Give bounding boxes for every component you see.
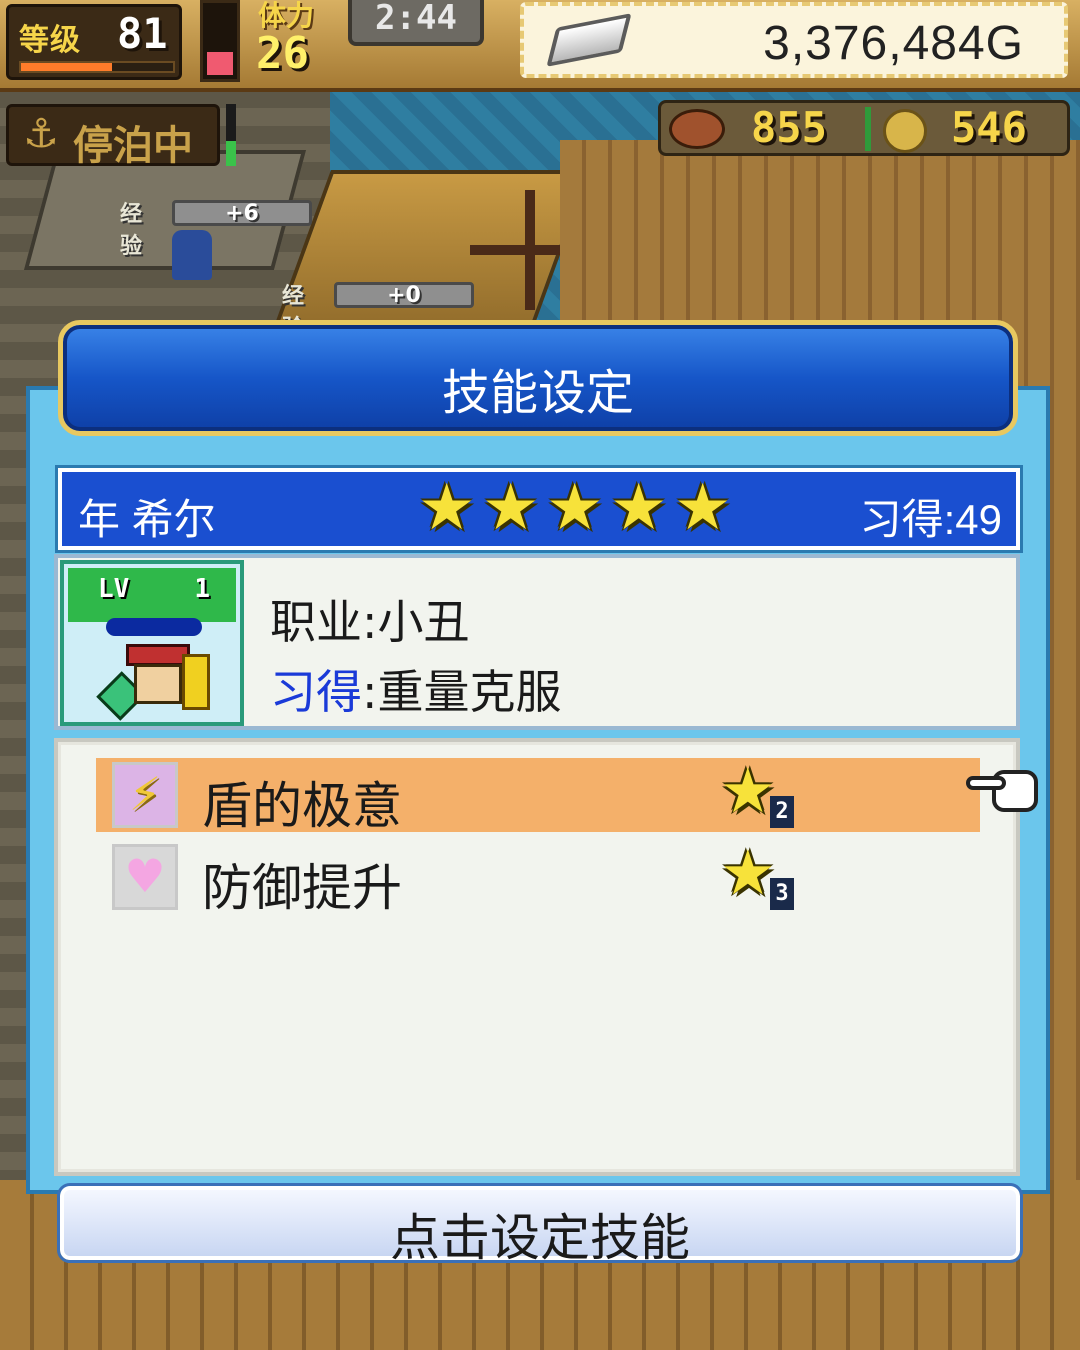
anchor-icon: ⚓ xyxy=(23,111,59,157)
stamina-value: 26 xyxy=(256,28,309,79)
stamina-gauge-fill xyxy=(207,52,233,75)
learn-prefix: 习得 xyxy=(270,665,362,719)
level-progress-bar xyxy=(19,61,175,73)
medal-coin-icon xyxy=(883,109,927,153)
skill-row-shield-mastery[interactable]: ⚡ 盾的极意 ★ 2 xyxy=(96,754,980,835)
star-icon: ★ xyxy=(674,471,732,545)
skill-name: 防御提升 xyxy=(202,859,402,917)
portrait-level-band: LV 1 xyxy=(68,568,236,622)
job-line: 职业:小丑 xyxy=(270,586,470,652)
clown-sprite xyxy=(96,644,214,721)
stamina-gauge xyxy=(200,0,240,82)
resource-divider xyxy=(865,107,871,151)
level-panel: 等级 81 xyxy=(6,4,182,80)
star-icon: ★ xyxy=(546,471,604,545)
skill-row-defense-up[interactable]: ♥ 防御提升 ★ 3 xyxy=(96,836,980,917)
exp-label: 经验 xyxy=(120,202,143,259)
skill-star-icon: ★ xyxy=(720,754,776,827)
gold-amount: 3,376,484G xyxy=(763,17,1024,70)
skill-star-icon: ★ xyxy=(720,836,776,909)
resource-panel: 855 546 xyxy=(658,100,1070,156)
medal-count: 546 xyxy=(951,103,1027,152)
meat-icon xyxy=(669,109,725,149)
skill-grade: 2 xyxy=(770,796,794,828)
silver-bar-icon xyxy=(546,13,632,67)
clock-panel: 2:44 xyxy=(348,0,484,46)
gold-panel[interactable]: 3,376,484G xyxy=(520,2,1068,78)
top-hud: 等级 81 体力 26 2:44 3,376,484G xyxy=(0,0,1080,92)
docked-gauge-fill xyxy=(226,141,236,166)
skill-grade: 3 xyxy=(770,878,794,910)
docked-status-button[interactable]: ⚓ 停泊中 xyxy=(6,104,220,169)
skill-list: ⚡ 盾的极意 ★ 2 ♥ 防御提升 ★ 3 xyxy=(54,738,1020,1176)
job-value: 小丑 xyxy=(377,595,470,649)
docked-gauge xyxy=(226,104,236,166)
skill-name: 盾的极意 xyxy=(202,777,402,835)
portrait-level-label: LV xyxy=(98,574,130,604)
portrait-level-value: 1 xyxy=(194,574,210,604)
set-skill-button[interactable]: 点击设定技能 xyxy=(57,1183,1023,1267)
exp-bar: +0 xyxy=(334,282,474,308)
bag-icon xyxy=(182,654,210,710)
portrait-name-bar xyxy=(106,618,202,636)
dialog-title: 技能设定 xyxy=(441,365,634,421)
dialog-header: 技能设定 xyxy=(58,320,1018,436)
level-label: 等级 xyxy=(19,23,81,58)
learn-skill: 重量克服 xyxy=(377,665,562,719)
lightning-icon: ⚡ xyxy=(112,762,178,828)
docked-status-label: 停泊中 xyxy=(73,123,193,169)
character-portrait[interactable]: LV 1 xyxy=(60,560,244,726)
pointing-hand-icon xyxy=(966,766,1042,816)
face-icon xyxy=(134,664,182,704)
hand-finger xyxy=(966,776,1006,790)
hat-icon xyxy=(126,644,190,666)
food-count: 855 xyxy=(751,103,827,152)
star-icon: ★ xyxy=(610,471,668,545)
character-name: 年 希尔 xyxy=(78,496,216,543)
level-value: 81 xyxy=(117,9,168,58)
star-icon: ★ xyxy=(418,471,476,545)
rank-stars: ★ ★ ★ ★ ★ xyxy=(418,471,732,545)
job-prefix: 职业: xyxy=(270,595,378,649)
clock-time: 2:44 xyxy=(375,0,457,38)
character-info: LV 1 职业:小丑 习得:重量克服 xyxy=(54,554,1020,730)
exp-value: +0 xyxy=(387,283,421,308)
character-bar: 年 希尔 ★ ★ ★ ★ ★ 习得:49 xyxy=(55,465,1023,553)
learned-count: 习得:49 xyxy=(859,496,1002,543)
learn-line: 习得:重量克服 xyxy=(270,656,562,722)
exp-value: +6 xyxy=(225,201,259,226)
set-skill-label: 点击设定技能 xyxy=(390,1209,690,1267)
exp-bar: +6 xyxy=(172,200,312,226)
learn-separator: : xyxy=(362,665,378,719)
heart-icon: ♥ xyxy=(112,844,178,910)
star-icon: ★ xyxy=(482,471,540,545)
town-worker xyxy=(172,230,212,280)
level-progress-fill xyxy=(21,63,113,71)
